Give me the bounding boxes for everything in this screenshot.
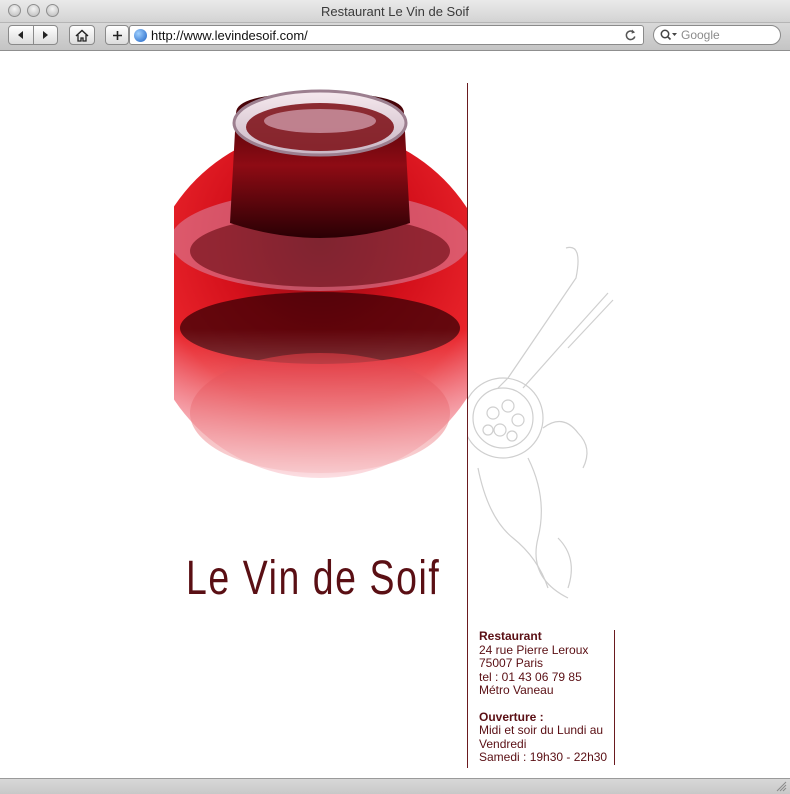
hours-heading: Ouverture : xyxy=(479,709,544,724)
back-button[interactable] xyxy=(9,26,34,44)
address-line-2: 75007 Paris xyxy=(479,656,544,670)
globe-icon xyxy=(134,29,147,42)
phone-number: tel : 01 43 06 79 85 xyxy=(479,669,582,684)
vertical-divider xyxy=(467,83,468,768)
restaurant-heading: Restaurant xyxy=(479,629,542,643)
home-icon xyxy=(75,28,89,42)
address-bar[interactable]: http://www.levindesoif.com/ xyxy=(129,25,644,45)
hours-line-1: Midi et soir du Lundi au xyxy=(479,723,604,737)
hours-line-3: Samedi : 19h30 - 22h30 xyxy=(479,750,608,764)
search-icon xyxy=(660,29,677,41)
window-title: Restaurant Le Vin de Soif xyxy=(321,4,469,19)
url-text[interactable]: http://www.levindesoif.com/ xyxy=(151,28,308,43)
plus-icon xyxy=(112,30,122,40)
address-line-1: 24 rue Pierre Leroux xyxy=(479,642,589,657)
info-divider xyxy=(614,630,615,765)
cutlery-sketch-illustration xyxy=(468,246,614,599)
status-bar xyxy=(0,778,790,794)
title-bar: Restaurant Le Vin de Soif xyxy=(0,0,790,23)
home-button[interactable] xyxy=(69,25,95,45)
restaurant-info: Restaurant 24 rue Pierre Leroux 75007 Pa… xyxy=(479,629,614,765)
browser-toolbar: http://www.levindesoif.com/ Google xyxy=(0,23,790,51)
add-bookmark-button[interactable] xyxy=(105,25,129,45)
restaurant-logo: Le Vin de Soif xyxy=(186,552,441,605)
hours-line-2: Vendredi xyxy=(479,736,527,751)
wine-decanter-image xyxy=(174,83,467,530)
forward-button[interactable] xyxy=(34,26,58,44)
search-field[interactable]: Google xyxy=(653,25,781,45)
forward-arrow-icon xyxy=(43,31,49,39)
search-placeholder: Google xyxy=(681,28,720,42)
metro-station: Métro Vaneau xyxy=(479,683,554,697)
resize-grip-icon[interactable] xyxy=(776,781,787,792)
back-arrow-icon xyxy=(17,31,23,39)
back-forward-group xyxy=(8,25,58,45)
reload-icon[interactable] xyxy=(624,28,637,42)
